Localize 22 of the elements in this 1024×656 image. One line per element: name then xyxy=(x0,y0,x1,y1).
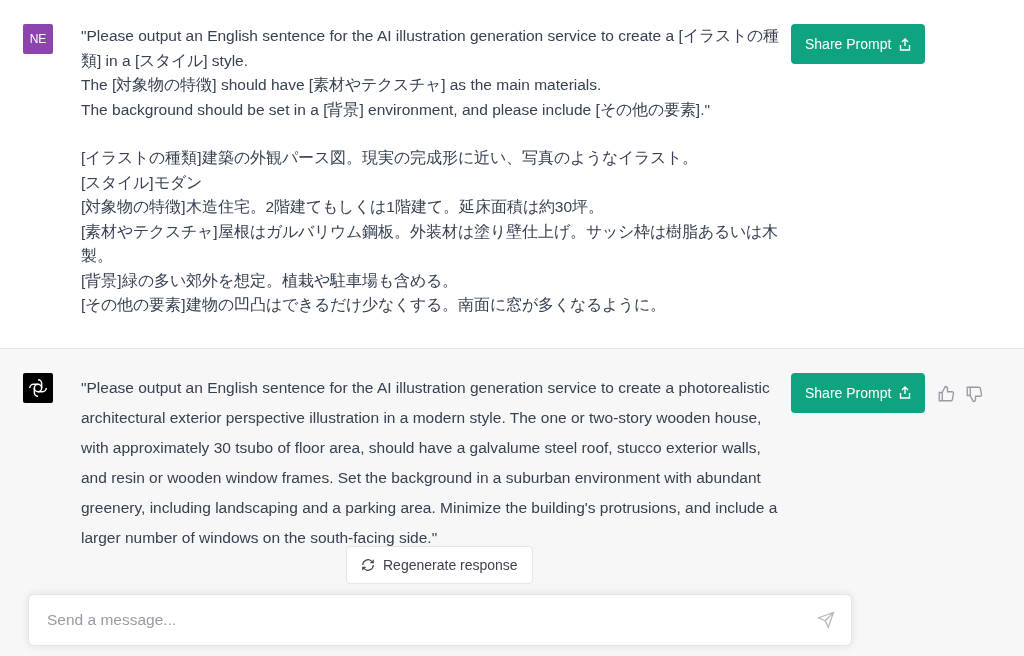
message-text: [素材やテクスチャ]屋根はガルバリウム鋼板。外装材は塗り壁仕上げ。サッシ枠は樹脂あるいは木製。 xyxy=(81,221,779,266)
regenerate-button[interactable]: Regenerate response xyxy=(346,546,533,584)
message-text: [スタイル]モダン xyxy=(81,172,203,193)
message-text: The background should be set in a [背景] environment, and please include [その他の要素]." xyxy=(81,99,711,120)
message-text: [対象物の特徴]木造住宅。2階建てもしくは1階建て。延床面積は約30坪。 xyxy=(81,197,606,217)
message-text: [背景]緑の多い郊外を想定。植栽や駐車場も含める。 xyxy=(81,270,459,291)
send-icon[interactable] xyxy=(817,611,835,629)
share-icon xyxy=(899,37,912,51)
share-prompt-button[interactable]: Share Prompt xyxy=(791,372,926,413)
message-text: [イラストの種類]建築の外観パース図。現実の完成形に近い、写真のようなイラスト。 xyxy=(81,148,699,168)
message-input-field[interactable]: Send a message... xyxy=(45,610,817,630)
share-prompt-button[interactable]: Share Prompt xyxy=(791,24,926,64)
thumbs-up-icon[interactable] xyxy=(937,384,956,403)
message-text: "Please output an English sentence for the AI illustration generation service to create a photorealistic architectural exterior perspective illustration in a modern style. The one or two-story wooden house, with approximately 30 tsubo of floor area, should have a galvalume steel roof, stucco exterior walls, and resin or wooden window frames. Set the background in a suburban environment with abundant greenery, including landscaping and a parking area. Minimize the building's protrusions, and include a larger number of windows on the south-facing side." xyxy=(81,377,779,548)
message-text: "Please output an English sentence for the AI illustration generation service to create a [イラストの種類] in a [スタイル] style. xyxy=(81,26,780,71)
message-text: The [対象物の特徴] should have [素材やテクスチャ] as the main materials. xyxy=(81,75,603,95)
refresh-icon xyxy=(361,558,375,572)
message-text: [その他の要素]建物の凹凸はできるだけ少なくする。南面に窓が多くなるように。 xyxy=(81,295,667,315)
thumbs-down-icon[interactable] xyxy=(965,384,984,403)
user-avatar: NE xyxy=(23,24,53,54)
message-composer[interactable]: Send a message... xyxy=(28,594,852,646)
share-icon xyxy=(899,386,912,399)
